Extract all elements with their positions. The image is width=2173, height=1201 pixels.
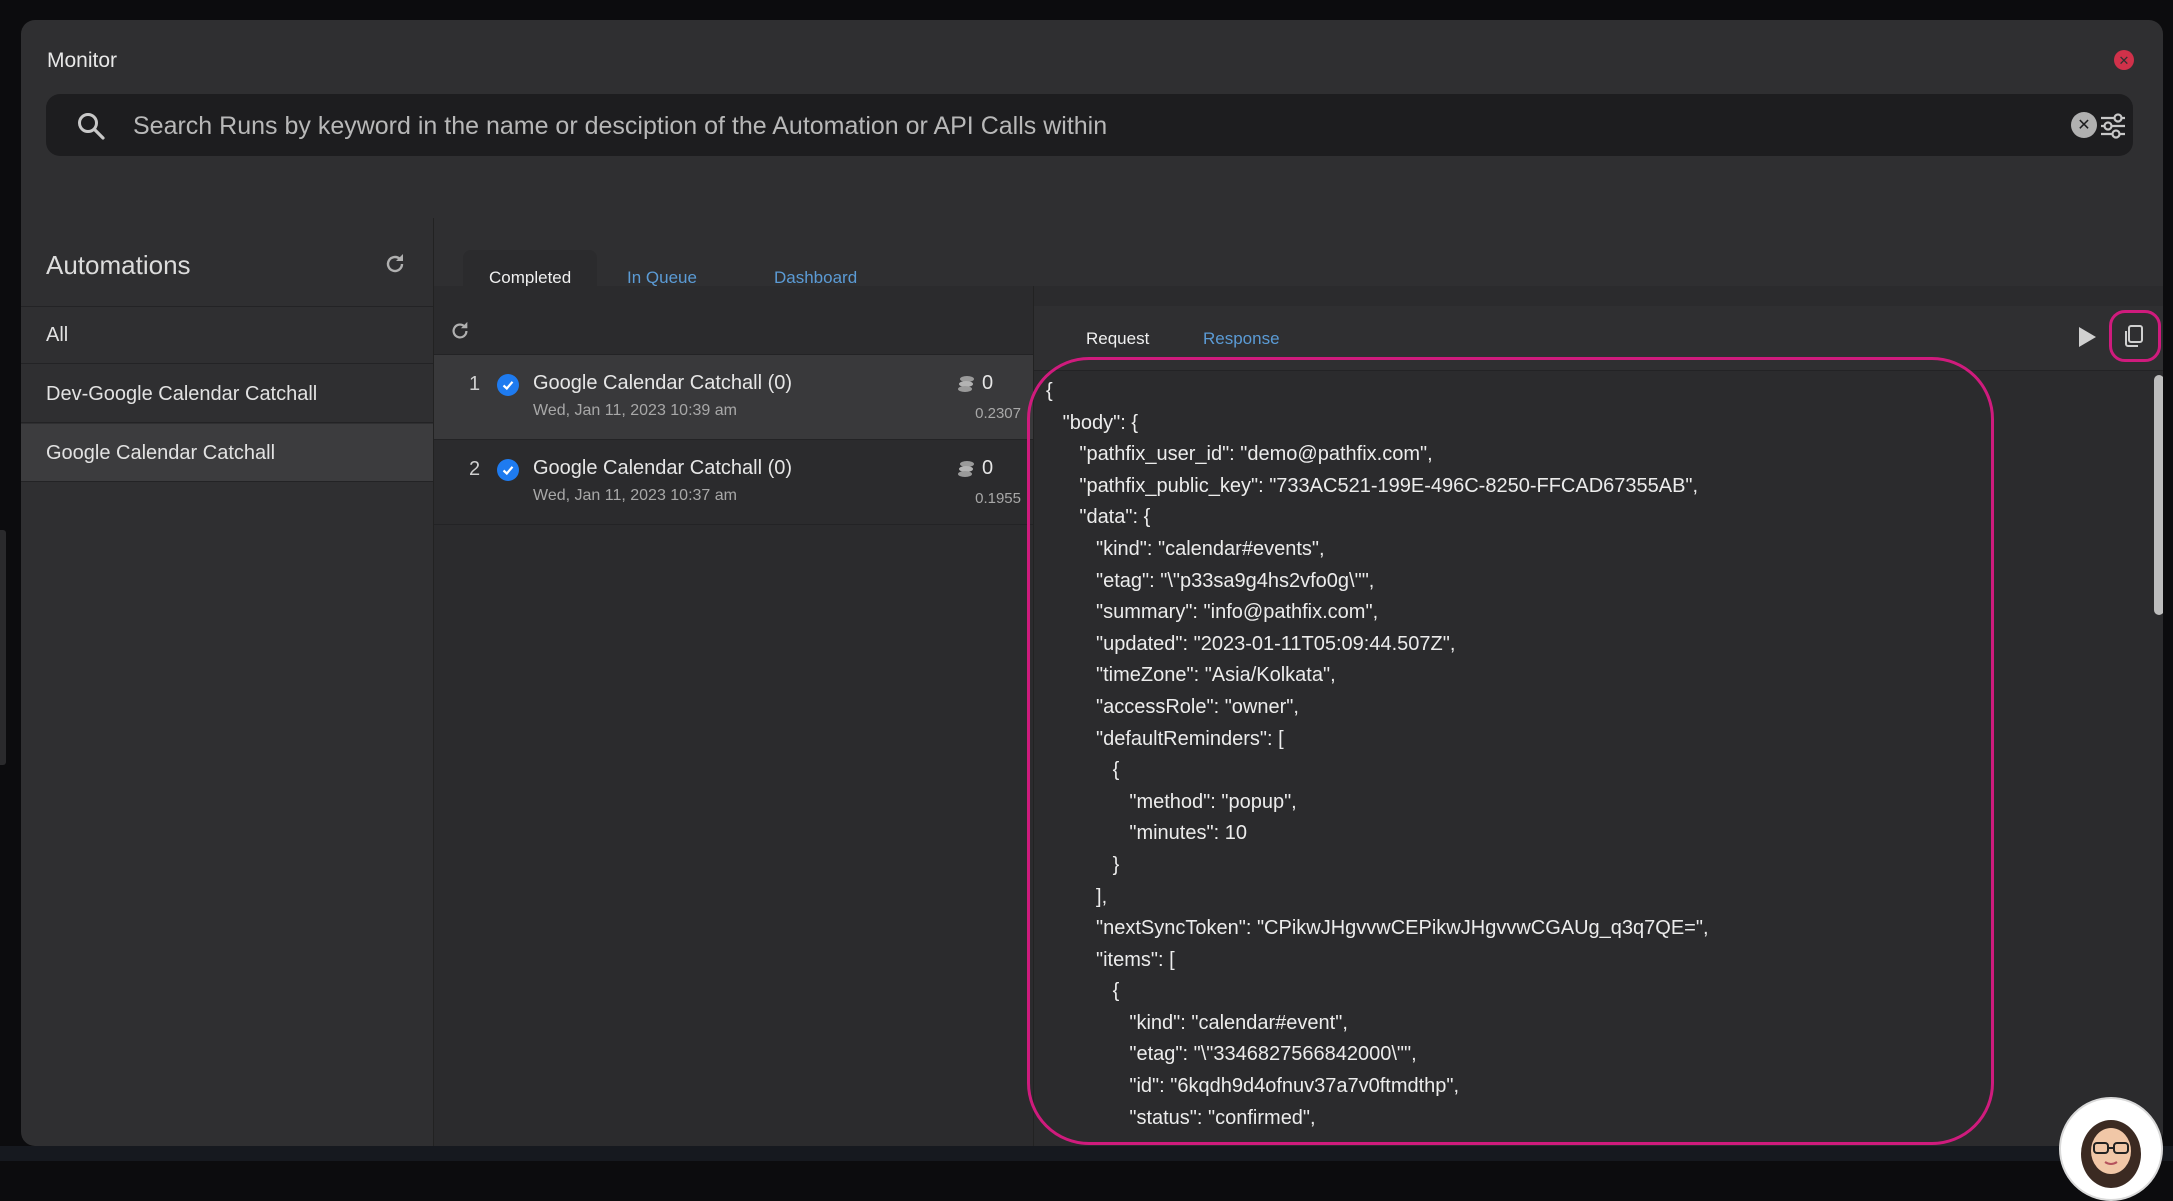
json-line: "pathfix_user_id": "demo@pathfix.com", [1046, 443, 1433, 466]
tab-request[interactable]: Request [1086, 329, 1149, 349]
background-panel-edge [0, 530, 6, 765]
json-line: "id": "6kqdh9d4ofnuv37a7v0ftmdthp", [1046, 1075, 1460, 1098]
close-icon[interactable]: ✕ [2114, 50, 2134, 70]
json-line: "minutes": 10 [1046, 822, 1247, 845]
run-row[interactable]: 1 Google Calendar Catchall (0) Wed, Jan … [434, 355, 1033, 440]
json-line: "method": "popup", [1046, 790, 1297, 813]
json-line: { [1046, 380, 1053, 402]
json-line: "timeZone": "Asia/Kolkata", [1046, 664, 1336, 687]
run-count: 0 [982, 372, 994, 394]
sidebar-item-dev-google-calendar-catchall[interactable]: Dev-Google Calendar Catchall [21, 365, 433, 423]
json-line: "kind": "calendar#event", [1046, 1011, 1348, 1034]
tab-response[interactable]: Response [1203, 329, 1280, 349]
clear-search-icon[interactable]: ✕ [2071, 112, 2097, 138]
monitor-modal: Monitor ✕ ✕ Automations All [21, 20, 2163, 1146]
run-row[interactable]: 2 Google Calendar Catchall (0) Wed, Jan … [434, 440, 1033, 525]
json-line: "etag": "\"3346827566842000\"", [1046, 1043, 1417, 1066]
run-name: Google Calendar Catchall (0) [533, 457, 793, 479]
json-line: { [1046, 759, 1120, 782]
sidebar-item-label: All [46, 324, 69, 346]
background-strip [0, 1146, 2173, 1161]
sidebar-header: Automations [21, 218, 433, 307]
json-line: "status": "confirmed", [1046, 1106, 1316, 1129]
coins-icon [958, 461, 974, 477]
json-line: "nextSyncToken": "CPikwJHgvvwCEPikwJHgvv… [1046, 917, 1709, 940]
check-circle-icon [497, 459, 519, 481]
runs-panel: 1 Google Calendar Catchall (0) Wed, Jan … [434, 286, 1034, 1146]
json-line: "accessRole": "owner", [1046, 695, 1299, 718]
run-index: 1 [469, 373, 481, 395]
json-line: "items": [ [1046, 948, 1175, 971]
sidebar-title: Automations [46, 250, 191, 280]
coins-icon [958, 376, 974, 392]
json-line: "summary": "info@pathfix.com", [1046, 601, 1379, 624]
run-detail-panel: Request Response { "body": { "pathfix_us… [1034, 286, 2163, 1146]
sliders-icon[interactable] [2098, 111, 2128, 141]
json-line: ], [1046, 885, 1108, 908]
sidebar-item-label: Google Calendar Catchall [46, 442, 276, 464]
refresh-icon[interactable] [449, 320, 471, 342]
copy-icon[interactable] [2119, 321, 2149, 351]
run-cost: 0.2307 [975, 405, 1021, 422]
refresh-icon[interactable] [383, 252, 407, 276]
json-line: "kind": "calendar#events", [1046, 537, 1325, 560]
scrollbar-thumb[interactable] [2154, 375, 2163, 615]
avatar[interactable] [2059, 1097, 2163, 1201]
search-input[interactable] [131, 94, 1985, 158]
avatar-face-icon [2081, 1120, 2141, 1188]
json-line: "defaultReminders": [ [1046, 727, 1284, 750]
sidebar-item-google-calendar-catchall[interactable]: Google Calendar Catchall [21, 424, 433, 482]
json-line: "updated": "2023-01-11T05:09:44.507Z", [1046, 632, 1456, 655]
sidebar-item-all[interactable]: All [21, 306, 433, 364]
run-count: 0 [982, 457, 994, 479]
json-line: { [1046, 980, 1120, 1003]
run-cost: 0.1955 [975, 490, 1021, 507]
detail-tabs: Request Response [1034, 306, 2163, 371]
sidebar-item-label: Dev-Google Calendar Catchall [46, 383, 318, 405]
search-icon [78, 113, 105, 140]
request-json-viewer[interactable]: { "body": { "pathfix_user_id": "demo@pat… [1046, 376, 2141, 1136]
json-line: "etag": "\"p33sa9g4hs2vfo0g\"", [1046, 569, 1375, 592]
window-title: Monitor [47, 49, 118, 72]
check-circle-icon [497, 374, 519, 396]
runs-toolbar [434, 306, 1033, 355]
scrollbar[interactable] [2154, 375, 2163, 1146]
run-time: Wed, Jan 11, 2023 10:39 am [533, 402, 737, 419]
automations-sidebar: Automations All Dev-Google Calendar Catc… [21, 218, 434, 1146]
run-time: Wed, Jan 11, 2023 10:37 am [533, 487, 737, 504]
run-name: Google Calendar Catchall (0) [533, 372, 793, 394]
json-line: "pathfix_public_key": "733AC521-199E-496… [1046, 474, 1699, 497]
search-bar: ✕ [46, 94, 2133, 158]
play-icon[interactable] [2077, 326, 2097, 348]
json-line: "body": { [1046, 411, 1139, 434]
json-line: "data": { [1046, 506, 1151, 529]
json-line: } [1046, 853, 1120, 876]
run-index: 2 [469, 458, 481, 480]
